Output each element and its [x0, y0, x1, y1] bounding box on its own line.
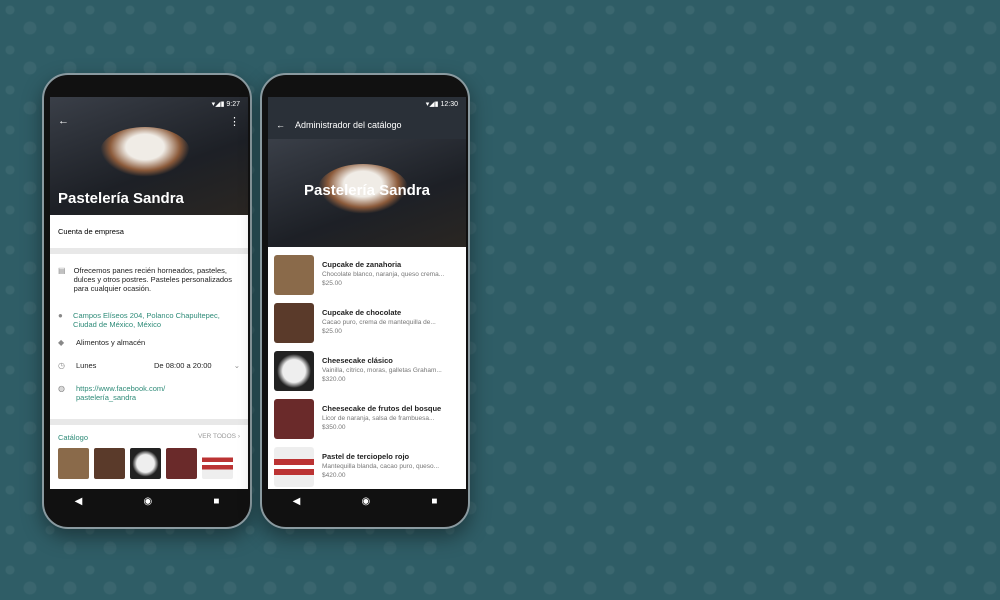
description: Ofrecemos panes recién horneados, pastel… [73, 266, 232, 293]
product-description: Mantequilla blanda, cacao puro, queso... [322, 463, 440, 470]
status-bar: ▾◢▮ 12:30 [268, 97, 466, 111]
page-title: Administrador del catálogo [295, 120, 402, 130]
business-name: Pastelería Sandra [58, 190, 184, 207]
catalog-item[interactable]: Cupcake de zanahoria Chocolate blanco, na… [268, 251, 466, 299]
phone-business-profile: ▾◢▮ 9:27 ← ⋮ Pastelería Sandra Cuenta de… [42, 73, 252, 529]
product-name: Cheesecake de frutos del bosque [322, 404, 442, 413]
home-nav-icon[interactable]: ◉ [361, 496, 370, 507]
catalog-thumb[interactable] [166, 448, 197, 479]
address-link[interactable]: Campos Elíseos 204, Polanco Chapultepec,… [73, 311, 240, 329]
catalog-item[interactable]: Cheesecake clásico Vainilla, cítrico, mor… [268, 347, 466, 395]
location-icon: ● [58, 311, 63, 320]
nav-bar: ◀ ◉ ■ [44, 491, 250, 511]
clock-icon: ◷ [58, 361, 65, 370]
see-all-button[interactable]: VER TODOS › [198, 433, 240, 442]
status-bar: ▾◢▮ 9:27 [211, 101, 240, 108]
product-name: Cheesecake clásico [322, 356, 393, 365]
hours-row[interactable]: ◷ Lunes De 08:00 a 20:00 ⌄ [58, 361, 240, 370]
catalog-item[interactable]: Cheesecake de frutos del bosque Licor de … [268, 395, 466, 443]
catalog-header: Pastelería Sandra [268, 139, 466, 247]
product-image [274, 255, 314, 295]
product-name: Cupcake de zanahoria [322, 260, 402, 269]
website-link[interactable]: https://www.facebook.com/ pastelería_san… [76, 384, 186, 402]
product-price: $25.00 [322, 328, 342, 335]
business-name: Pastelería Sandra [304, 182, 430, 199]
catalog-thumb[interactable] [130, 448, 161, 479]
profile-header: ← ⋮ Pastelería Sandra [50, 97, 248, 215]
back-nav-icon[interactable]: ◀ [75, 496, 83, 507]
product-description: Licor de naranja, salsa de frambuesa... [322, 415, 435, 422]
recents-nav-icon[interactable]: ■ [431, 496, 437, 507]
clock: 12:30 [440, 101, 458, 108]
chevron-down-icon[interactable]: ⌄ [234, 361, 240, 370]
account-type: Cuenta de empresa [50, 215, 248, 254]
product-price: $25.00 [322, 280, 342, 287]
nav-bar: ◀ ◉ ■ [262, 491, 468, 511]
catalog-thumb[interactable] [202, 448, 233, 479]
product-name: Pastel de terciopelo rojo [322, 452, 410, 461]
catalog-thumb[interactable] [58, 448, 89, 479]
product-description: Vainilla, cítrico, moras, galletas Graha… [322, 367, 442, 374]
back-nav-icon[interactable]: ◀ [293, 496, 301, 507]
cake-photo [100, 127, 190, 177]
store-icon: ▤ [58, 266, 66, 275]
product-price: $350.00 [322, 424, 346, 431]
catalog-label: Catálogo [58, 433, 89, 442]
back-arrow-icon[interactable]: ← [276, 120, 285, 130]
category: Alimentos y almacén [76, 338, 146, 347]
back-arrow-icon[interactable]: ← [58, 115, 69, 127]
product-image [274, 447, 314, 487]
day: Lunes [76, 361, 97, 370]
hours: De 08:00 a 20:00 [154, 361, 212, 370]
catalog-thumb[interactable] [94, 448, 125, 479]
product-image [274, 303, 314, 343]
catalog-item[interactable]: Pastel de terciopelo rojo Mantequilla bla… [268, 443, 466, 489]
home-nav-icon[interactable]: ◉ [143, 496, 152, 507]
product-price: $320.00 [322, 376, 346, 383]
phone-catalog-manager: ▾◢▮ 12:30 ← Administrador del catálogo Pa… [260, 73, 470, 529]
catalog-item[interactable]: Cupcake de chocolate Cacao puro, crema de… [268, 299, 466, 347]
product-image [274, 399, 314, 439]
more-options-icon[interactable]: ⋮ [229, 115, 240, 128]
product-name: Cupcake de chocolate [322, 308, 402, 317]
globe-icon: ◍ [58, 384, 65, 393]
app-bar: ← Administrador del catálogo [268, 111, 466, 139]
product-description: Chocolate blanco, naranja, queso crema..… [322, 271, 445, 278]
tag-icon: ◆ [58, 338, 65, 347]
product-price: $420.00 [322, 472, 346, 479]
recents-nav-icon[interactable]: ■ [213, 496, 219, 507]
product-description: Cacao puro, crema de mantequilla de... [322, 319, 436, 326]
clock: 9:27 [226, 101, 240, 108]
product-image [274, 351, 314, 391]
